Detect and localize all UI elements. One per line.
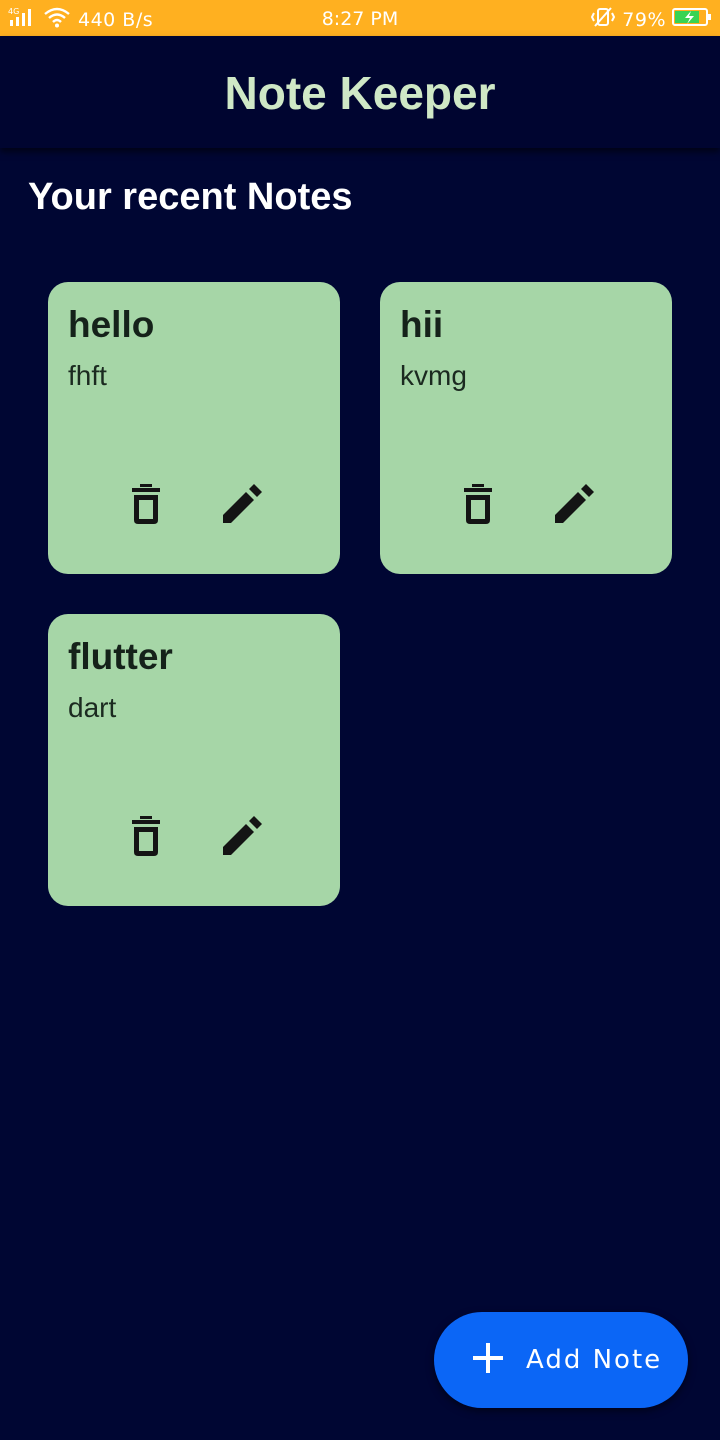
pencil-icon xyxy=(222,815,262,861)
trash-icon xyxy=(131,483,161,529)
pencil-icon xyxy=(222,483,262,529)
note-body: kvmg xyxy=(400,360,467,391)
edit-button[interactable] xyxy=(550,482,598,530)
pencil-icon xyxy=(554,483,594,529)
note-title: hello xyxy=(68,304,155,345)
section-title: Your recent Notes xyxy=(28,176,353,218)
note-title: flutter xyxy=(68,636,173,677)
note-body: dart xyxy=(68,692,117,723)
delete-button[interactable] xyxy=(122,814,170,862)
trash-icon xyxy=(131,815,161,861)
battery-icon xyxy=(672,6,712,33)
note-title: hii xyxy=(400,304,444,345)
status-bar: 4G 440 B/s 8:27 PM 79% xyxy=(0,0,720,36)
app-title: Note Keeper xyxy=(224,67,496,119)
add-note-label: Add Note xyxy=(526,1345,663,1375)
add-note-button[interactable]: Add Note xyxy=(434,1312,688,1408)
trash-icon xyxy=(463,483,493,529)
edit-button[interactable] xyxy=(218,814,266,862)
battery-percent: 79% xyxy=(622,8,666,31)
vibrate-icon xyxy=(590,6,616,33)
note-card[interactable]: flutter dart xyxy=(48,614,340,906)
note-body: fhft xyxy=(68,360,107,391)
app-bar: Note Keeper xyxy=(0,36,720,148)
plus-icon xyxy=(472,1342,504,1379)
note-card[interactable]: hii kvmg xyxy=(380,282,672,574)
edit-button[interactable] xyxy=(218,482,266,530)
status-right: 79% xyxy=(590,6,712,33)
delete-button[interactable] xyxy=(454,482,502,530)
delete-button[interactable] xyxy=(122,482,170,530)
note-card[interactable]: hello fhft xyxy=(48,282,340,574)
